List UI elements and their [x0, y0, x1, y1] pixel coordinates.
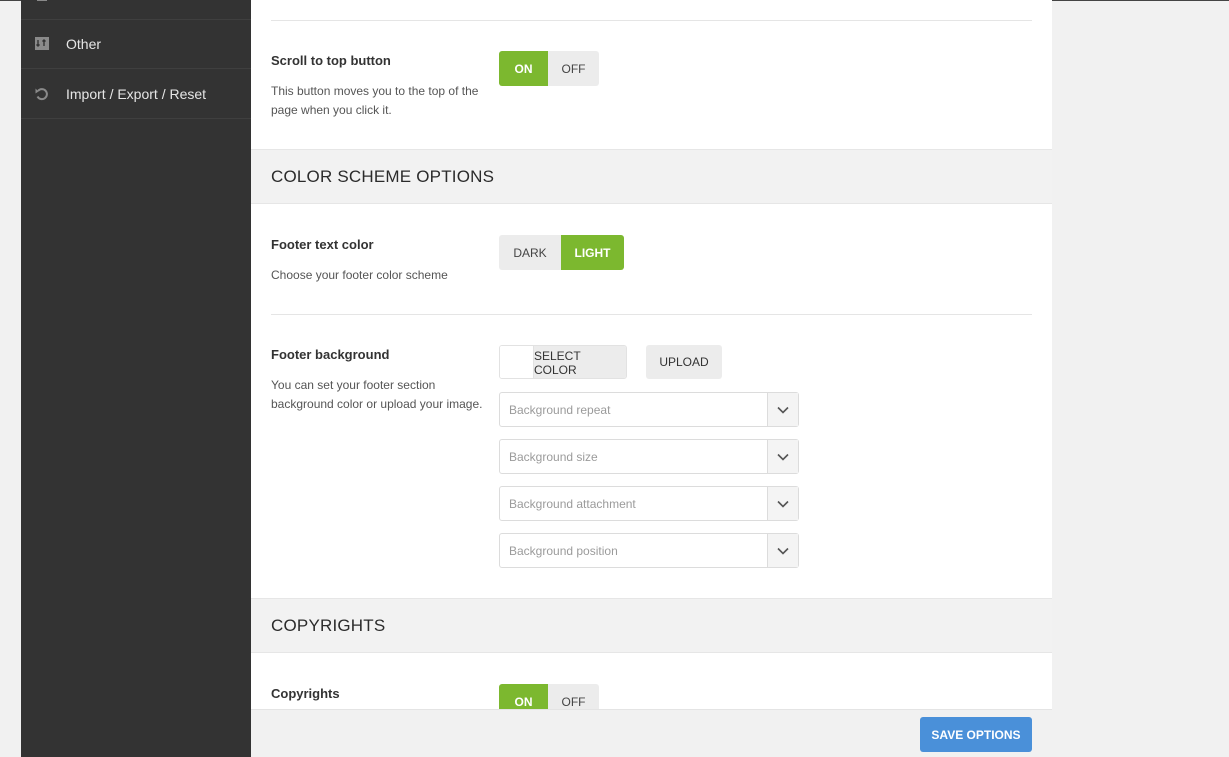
section-title: COLOR SCHEME OPTIONS	[271, 167, 495, 186]
chevron-down-icon	[767, 534, 798, 567]
sidebar-item-other[interactable]: Other	[21, 20, 251, 69]
option-title: Footer text color	[271, 237, 374, 252]
select-placeholder: Background size	[509, 450, 598, 464]
color-swatch[interactable]	[500, 346, 534, 378]
background-attachment-select[interactable]: Background attachment	[499, 486, 799, 521]
chevron-down-icon	[767, 393, 798, 426]
sidebar-item-import-export-reset[interactable]: Import / Export / Reset	[21, 69, 251, 119]
section-header: COPYRIGHTS	[251, 598, 1052, 653]
footer-text-color-toggle: DARK LIGHT	[499, 235, 624, 270]
toggle-on-button[interactable]: ON	[499, 51, 548, 86]
background-repeat-select[interactable]: Background repeat	[499, 392, 799, 427]
list-icon	[34, 0, 50, 14]
option-description: Choose your footer color scheme	[271, 268, 448, 282]
chevron-down-icon	[767, 440, 798, 473]
select-placeholder: Background repeat	[509, 403, 611, 417]
select-color-button[interactable]: SELECT COLOR	[534, 346, 626, 378]
toggle-dark-button[interactable]: DARK	[499, 235, 561, 270]
reset-icon	[34, 86, 50, 102]
toggle-off-button[interactable]: OFF	[548, 51, 599, 86]
color-picker: SELECT COLOR	[499, 345, 627, 379]
options-panel: Scroll to top button This button moves y…	[251, 0, 1052, 757]
save-options-button[interactable]: SAVE OPTIONS	[920, 717, 1032, 752]
select-placeholder: Background attachment	[509, 497, 636, 511]
toggle-light-button[interactable]: LIGHT	[561, 235, 624, 270]
background-size-select[interactable]: Background size	[499, 439, 799, 474]
sidebar-item-label: Other	[66, 36, 102, 52]
section-title: COPYRIGHTS	[271, 616, 386, 635]
upload-button[interactable]: UPLOAD	[646, 345, 722, 379]
scroll-top-toggle: ON OFF	[499, 51, 599, 86]
sidebar-item-label: Import / Export / Reset	[66, 85, 207, 102]
sidebar-item-partial[interactable]	[21, 0, 251, 20]
option-title: Copyrights	[271, 686, 340, 701]
background-position-select[interactable]: Background position	[499, 533, 799, 568]
option-description: You can set your footer section backgrou…	[271, 378, 483, 411]
section-header: COLOR SCHEME OPTIONS	[251, 149, 1052, 204]
divider	[271, 20, 1032, 21]
option-title: Scroll to top button	[271, 53, 391, 68]
select-placeholder: Background position	[509, 544, 618, 558]
other-icon	[34, 36, 50, 52]
option-title: Footer background	[271, 347, 390, 362]
divider	[271, 314, 1032, 315]
sidebar: Other Import / Export / Reset	[21, 0, 251, 757]
save-bar: SAVE OPTIONS	[251, 709, 1052, 757]
option-description: This button moves you to the top of the …	[271, 84, 479, 117]
chevron-down-icon	[767, 487, 798, 520]
